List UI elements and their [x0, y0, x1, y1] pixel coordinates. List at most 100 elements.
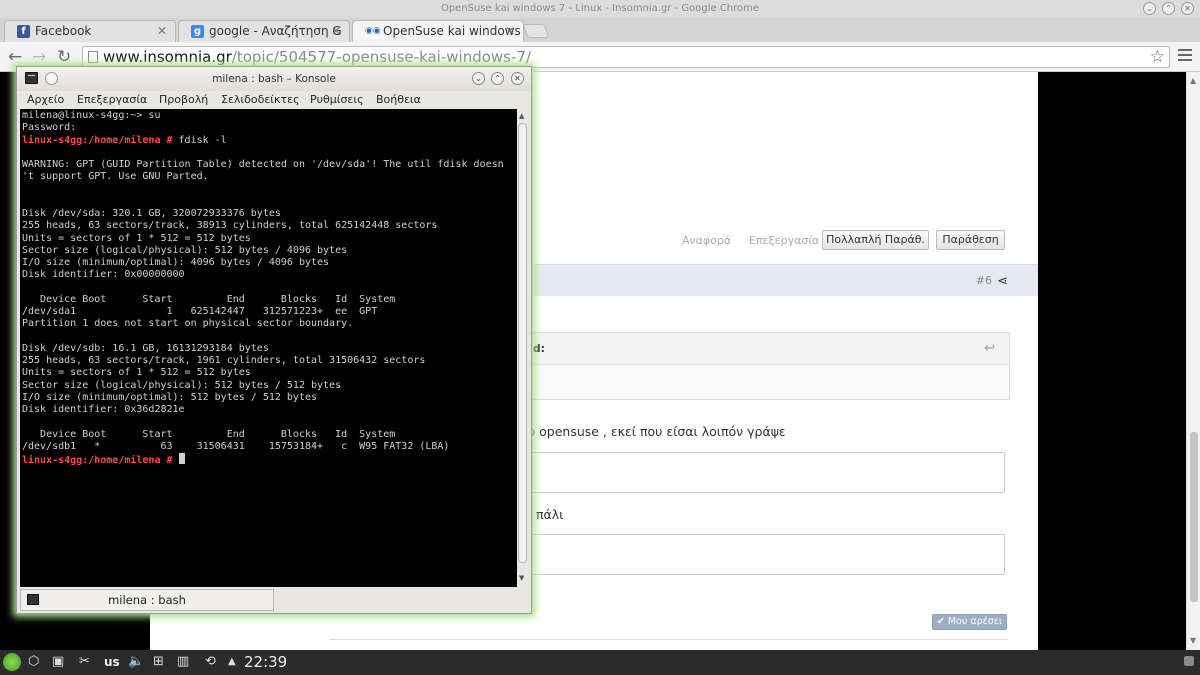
terminal-line: /dev/sda1 1 625142447 312571223+ ee GPT	[22, 306, 517, 318]
tab-label: google - Αναζήτηση G	[209, 24, 342, 38]
keyboard-layout-indicator[interactable]: us	[104, 655, 120, 669]
tab-facebook[interactable]: f Facebook ✕	[4, 20, 176, 42]
terminal-scrollbar[interactable]: ▲ ▼	[517, 109, 529, 587]
network-icon[interactable]: ⟲	[205, 654, 216, 669]
tab-google[interactable]: g google - Αναζήτηση G ✕	[178, 20, 350, 42]
konsole-tab[interactable]: milena : bash	[20, 589, 274, 611]
terminal-text: Sector size (logical/physical): 512 byte…	[22, 244, 348, 256]
terminal-output[interactable]: milena@linux-s4gg:~> su Password: linux-s4…	[20, 109, 517, 587]
tab-strip: f Facebook ✕ g google - Αναζήτηση G ✕ ◉◉…	[0, 18, 1200, 42]
terminal-text: 255 heads, 63 sectors/track, 38913 cylin…	[22, 220, 438, 232]
cube-icon[interactable]: ⬡	[28, 654, 39, 669]
terminal-line: Sector size (logical/physical): 512 byte…	[22, 380, 517, 392]
new-tab-button[interactable]	[522, 24, 550, 38]
pin-icon[interactable]	[45, 72, 58, 85]
address-bar[interactable]: www.insomnia.gr/topic/504577-opensuse-ka…	[82, 46, 1170, 68]
scissors-icon[interactable]: ✂	[79, 654, 90, 669]
battery-icon[interactable]: ▥	[177, 654, 189, 669]
maximize-button[interactable]: ⌃	[491, 72, 504, 85]
insomnia-icon: ◉◉	[365, 25, 381, 38]
window-switcher-icon[interactable]: ▣	[52, 654, 64, 669]
scroll-up-icon[interactable]: ▲	[1190, 76, 1196, 85]
forward-arrow-icon[interactable]: →	[32, 47, 46, 67]
page-scrollbar[interactable]: ▲ ▼	[1186, 72, 1200, 650]
edit-link[interactable]: Επεξεργασία	[749, 234, 819, 247]
close-tab-icon[interactable]: ✕	[157, 21, 167, 41]
quote-return-icon[interactable]: ↩	[984, 341, 995, 356]
tab-insomnia[interactable]: ◉◉ OpenSuse kai windows ✕	[352, 20, 524, 42]
minimize-button[interactable]: ⌄	[472, 72, 485, 85]
menu-edit[interactable]: Επεξεργασία	[77, 93, 147, 106]
konsole-menubar: Αρχείο Επεξεργασία Προβολή Σελιδοδείκτες…	[17, 91, 531, 109]
tab-label: Facebook	[35, 24, 92, 38]
minimize-button[interactable]: ⌄	[1143, 2, 1156, 15]
close-tab-icon[interactable]: ✕	[505, 21, 515, 41]
report-link[interactable]: Αναφορά	[682, 234, 731, 247]
konsole-window: milena : bash – Konsole ⌄ ⌃ ✕ Αρχείο Επε…	[16, 66, 532, 614]
scrollbar-thumb[interactable]	[1190, 432, 1198, 602]
terminal-text: /dev/sdb1 * 63 31506431 15753184+ c W95 …	[22, 440, 450, 452]
close-button[interactable]: ✕	[1181, 2, 1194, 15]
tray-expand-icon[interactable]: ▲	[228, 656, 236, 667]
terminal-text: Units = sectors of 1 * 512 = 512 bytes	[22, 232, 251, 244]
terminal-line: Partition 1 does not start on physical s…	[22, 318, 517, 330]
share-icon[interactable]: ⋖	[997, 274, 1008, 289]
terminal-line: 255 heads, 63 sectors/track, 1961 cylind…	[22, 355, 517, 367]
text-cursor	[178, 453, 185, 464]
terminal-text: 't support GPT. Use GNU Parted.	[22, 171, 209, 183]
volume-icon[interactable]: 🔈	[128, 654, 144, 669]
terminal-icon[interactable]	[25, 72, 38, 84]
konsole-titlebar[interactable]: milena : bash – Konsole ⌄ ⌃ ✕	[17, 67, 531, 91]
shell-prompt: linux-s4gg:/home/milena #	[22, 134, 173, 146]
settings-icon[interactable]: ⊞	[153, 654, 164, 669]
terminal-line: Device Boot Start End Blocks Id System	[22, 429, 517, 441]
scroll-down-icon[interactable]: ▼	[519, 574, 524, 582]
like-button[interactable]: ✔ Μου αρέσει	[932, 614, 1007, 630]
menu-help[interactable]: Βοήθεια	[376, 93, 421, 106]
taskbar: ⬡ ▣ ✂ us 🔈 ⊞ ▥ ⟲ ▲ 22:39	[0, 650, 1200, 675]
bookmark-star-icon[interactable]: ☆	[1150, 47, 1165, 67]
menu-settings[interactable]: Ρυθμίσεις	[310, 93, 364, 106]
terminal-line: /dev/sdb1 * 63 31506431 15753184+ c W95 …	[22, 441, 517, 453]
chrome-menu-icon[interactable]	[1178, 49, 1192, 64]
scroll-down-icon[interactable]: ▼	[1190, 636, 1196, 645]
show-desktop-icon[interactable]	[1184, 656, 1194, 666]
browser-titlebar: OpenSuse kai windows 7 - Linux - Insomni…	[0, 0, 1200, 18]
address-path: /topic/504577-opensuse-kai-windows-7/	[231, 48, 531, 66]
reload-icon[interactable]: ↻	[57, 47, 71, 67]
scroll-up-icon[interactable]: ▲	[519, 112, 524, 120]
terminal-text: Partition 1 does not start on physical s…	[22, 318, 354, 330]
menu-file[interactable]: Αρχείο	[27, 93, 64, 106]
konsole-tab-label: milena : bash	[108, 593, 186, 607]
window-title: OpenSuse kai windows 7 - Linux - Insomni…	[440, 3, 760, 14]
terminal-icon	[27, 594, 39, 605]
terminal-line: linux-s4gg:/home/milena # fdisk -l	[22, 135, 517, 147]
terminal-text: Disk identifier: 0x36d2821e	[22, 404, 185, 415]
close-tab-icon[interactable]: ✕	[331, 21, 341, 41]
konsole-title: milena : bash – Konsole	[212, 73, 336, 85]
maximize-button[interactable]: ⌃	[1162, 2, 1175, 15]
terminal-line: Disk /dev/sda: 320.1 GB, 320072933376 by…	[22, 208, 517, 220]
scrollbar-thumb[interactable]	[518, 123, 527, 563]
start-menu-icon[interactable]	[3, 653, 21, 671]
close-button[interactable]: ✕	[511, 72, 524, 85]
multiquote-button[interactable]: Πολλαπλή Παράθ.	[822, 230, 929, 250]
terminal-text: milena@linux-s4gg:~> su	[22, 110, 161, 121]
back-arrow-icon[interactable]: ←	[8, 47, 22, 67]
terminal-line: Disk identifier: 0x00000000	[22, 269, 517, 281]
menu-bookmarks[interactable]: Σελιδοδείκτες	[221, 93, 300, 106]
terminal-text: I/O size (minimum/optimal): 512 bytes / …	[22, 391, 318, 403]
address-host: www.insomnia.gr	[103, 48, 232, 66]
tab-label: OpenSuse kai windows	[383, 24, 521, 38]
quote-button[interactable]: Παράθεση	[936, 230, 1005, 250]
post-number[interactable]: #6	[976, 274, 992, 287]
terminal-line: Disk /dev/sdb: 16.1 GB, 16131293184 byte…	[22, 343, 517, 355]
terminal-text: Disk /dev/sda: 320.1 GB, 320072933376 by…	[22, 208, 281, 219]
menu-view[interactable]: Προβολή	[159, 93, 208, 106]
terminal-line: 't support GPT. Use GNU Parted.	[22, 171, 517, 183]
clock[interactable]: 22:39	[244, 653, 287, 671]
